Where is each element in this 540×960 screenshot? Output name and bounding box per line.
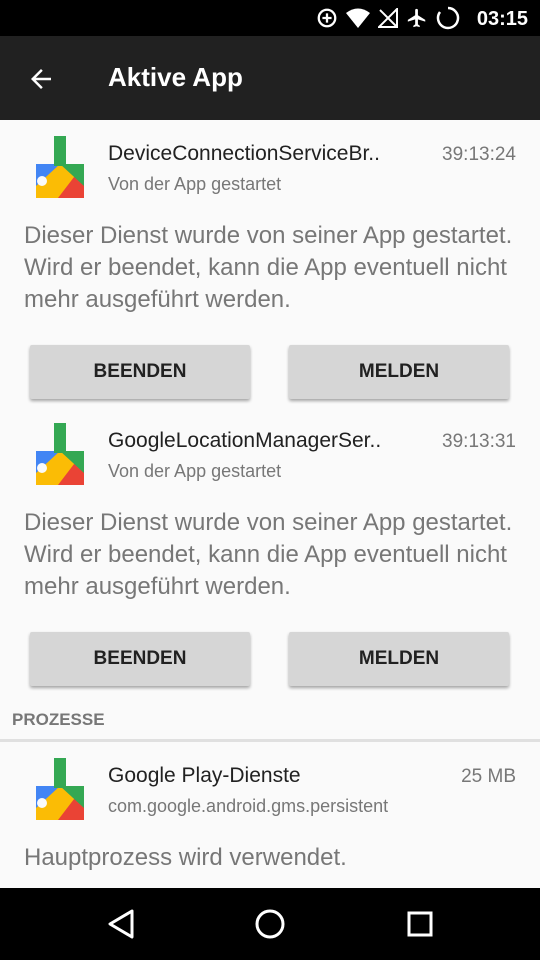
service-subtitle: Von der App gestartet [108, 461, 282, 481]
no-sim-icon [378, 8, 398, 28]
status-bar: 03:15 [0, 0, 540, 36]
service-description: Dieser Dienst wurde von seiner App gesta… [24, 509, 513, 600]
content: DeviceConnectionServiceBr.. 39:13:24 Von… [0, 120, 540, 888]
section-divider [0, 739, 540, 742]
google-play-services-icon [36, 758, 84, 820]
service-description: Dieser Dienst wurde von seiner App gesta… [24, 222, 513, 313]
back-triangle-icon[interactable] [106, 908, 136, 940]
service-time: 39:13:31 [442, 431, 516, 452]
stop-button[interactable]: BEENDEN [30, 345, 250, 399]
section-header-processes: PROZESSE [12, 710, 105, 729]
page-title: Aktive App [108, 62, 243, 92]
status-time: 03:15 [476, 8, 528, 30]
data-saver-icon [317, 8, 337, 28]
home-circle-icon[interactable] [254, 908, 286, 940]
wifi-icon [346, 8, 370, 28]
status-icons [316, 6, 460, 30]
process-name: Google Play-Dienste [108, 764, 301, 787]
report-button[interactable]: MELDEN [289, 345, 509, 399]
battery-charging-icon [436, 6, 460, 30]
process-description: Hauptprozess wird verwendet. [24, 844, 347, 871]
process-package: com.google.android.gms.persistent [108, 796, 389, 816]
recents-square-icon[interactable] [406, 910, 434, 938]
service-name: DeviceConnectionServiceBr.. [108, 142, 380, 165]
airplane-icon [407, 8, 426, 28]
service-time: 39:13:24 [442, 144, 516, 165]
report-button[interactable]: MELDEN [289, 632, 509, 686]
google-play-services-icon [36, 423, 84, 485]
service-subtitle: Von der App gestartet [108, 174, 282, 194]
navigation-bar [0, 888, 540, 960]
service-name: GoogleLocationManagerSer.. [108, 429, 382, 452]
app-bar: Aktive App [0, 36, 540, 120]
arrow-back-icon[interactable] [26, 64, 56, 94]
stop-button[interactable]: BEENDEN [30, 632, 250, 686]
process-size: 25 MB [461, 766, 516, 787]
google-play-services-icon [36, 136, 84, 198]
